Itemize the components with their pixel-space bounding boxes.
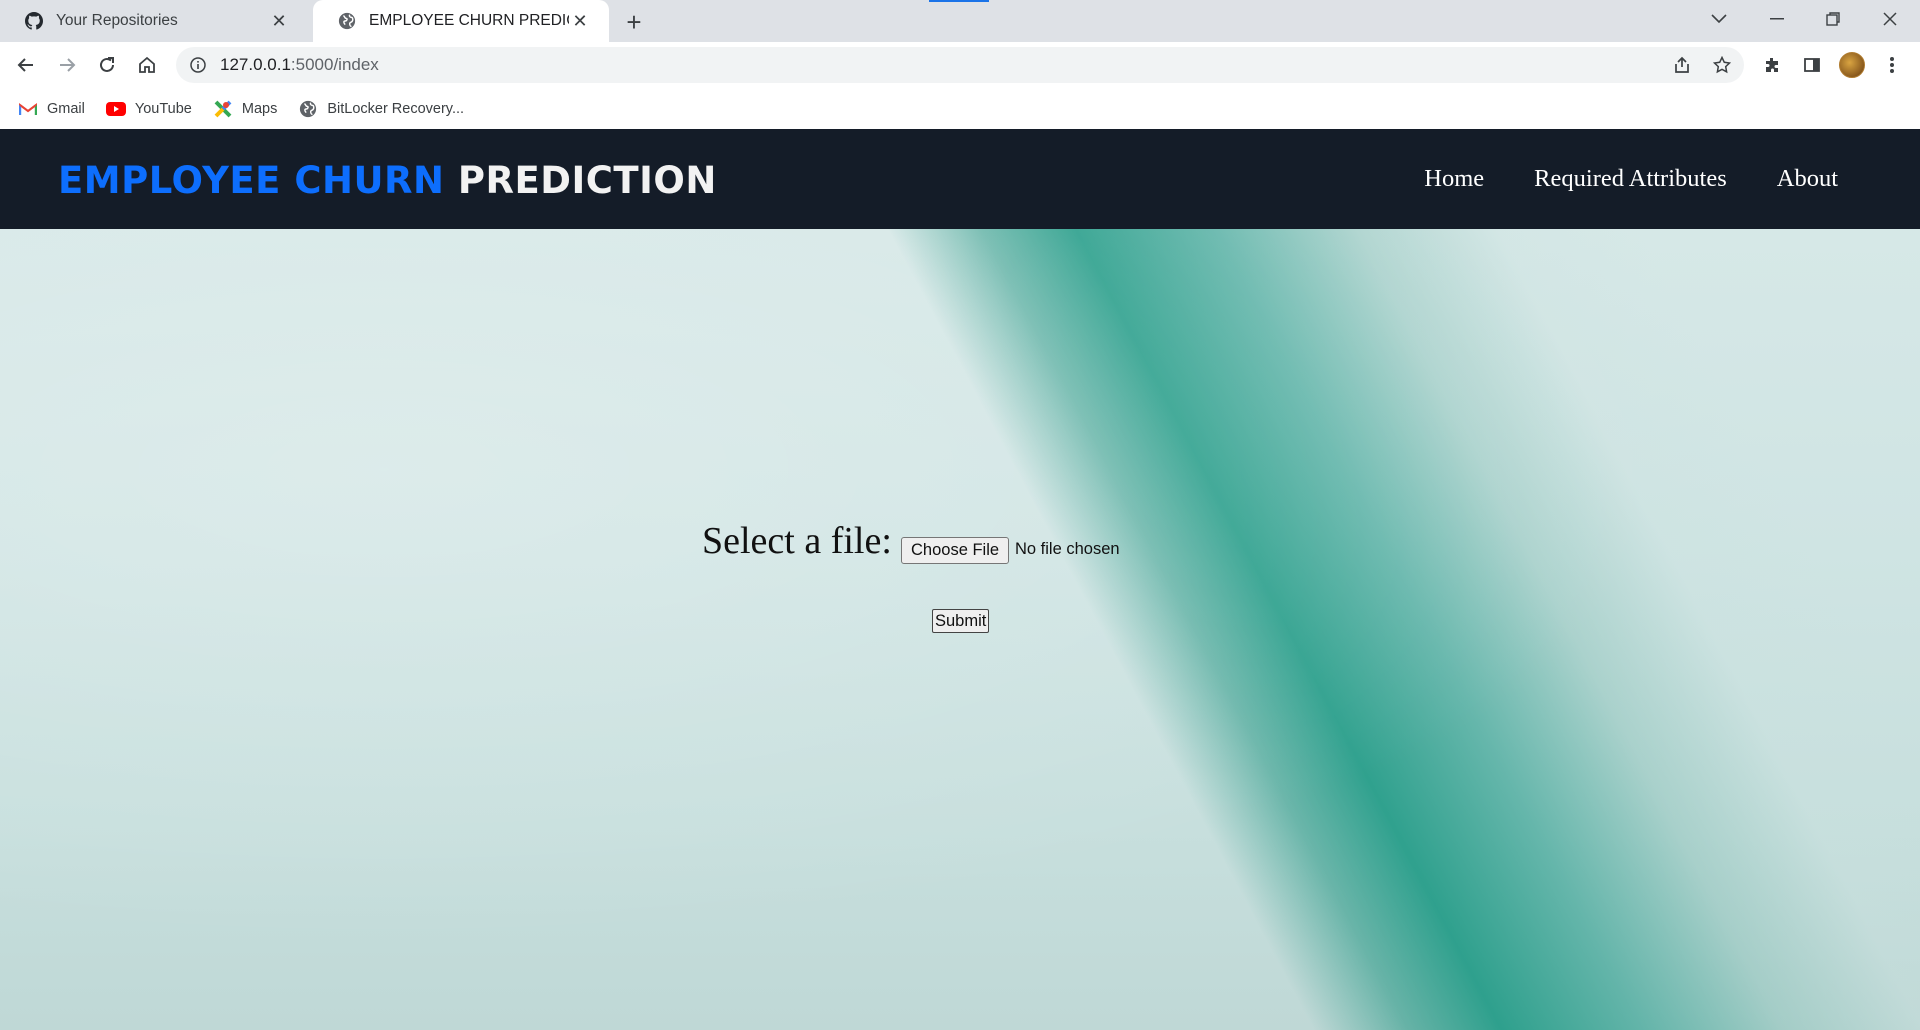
nav-link-home[interactable]: Home <box>1424 165 1484 193</box>
bookmark-youtube[interactable]: YouTube <box>105 99 192 119</box>
youtube-icon <box>105 99 126 119</box>
site-navbar: EMPLOYEE CHURN PREDICTION Home Required … <box>0 129 1920 229</box>
url-path: :5000/index <box>290 55 379 74</box>
url-text: 127.0.0.1:5000/index <box>220 55 379 75</box>
forward-icon[interactable] <box>51 49 83 81</box>
profile-avatar[interactable] <box>1839 52 1865 78</box>
bookmark-label: Maps <box>241 100 278 117</box>
file-status-text: No file chosen <box>1015 540 1120 558</box>
tab-your-repositories[interactable]: Your Repositories ✕ <box>0 0 308 42</box>
home-icon[interactable] <box>131 49 163 81</box>
bookmark-label: BitLocker Recovery... <box>327 100 465 117</box>
tab-strip: Your Repositories ✕ EMPLOYEE CHURN PREDI… <box>0 0 1920 42</box>
upload-form: Select a file: Choose File No file chose… <box>0 229 1920 1030</box>
close-tab-icon[interactable]: ✕ <box>268 10 290 32</box>
bookmark-bitlocker[interactable]: BitLocker Recovery... <box>298 99 464 119</box>
globe-icon <box>298 99 318 119</box>
submit-button[interactable]: Submit <box>932 609 990 633</box>
close-window-icon[interactable] <box>1862 0 1918 38</box>
globe-icon <box>337 11 357 31</box>
tab-search-chevron-icon[interactable] <box>1691 0 1747 38</box>
bookmark-label: Gmail <box>47 100 85 117</box>
tab-employee-churn-prediction[interactable]: EMPLOYEE CHURN PREDICTION ✕ <box>313 0 609 42</box>
web-page: EMPLOYEE CHURN PREDICTION Home Required … <box>0 129 1920 1030</box>
restore-icon[interactable] <box>1805 0 1861 38</box>
gmail-icon <box>18 99 38 119</box>
url-host: 127.0.0.1 <box>220 55 291 74</box>
brand-part2: PREDICTION <box>457 159 717 202</box>
menu-kebab-icon[interactable] <box>1876 49 1908 81</box>
site-brand[interactable]: EMPLOYEE CHURN PREDICTION <box>58 159 717 202</box>
share-icon[interactable] <box>1666 49 1698 81</box>
close-tab-icon[interactable]: ✕ <box>569 10 591 32</box>
browser-toolbar: 127.0.0.1:5000/index <box>0 42 1920 88</box>
bookmark-label: YouTube <box>134 100 192 117</box>
tab-strip-indicator <box>929 0 989 2</box>
address-bar[interactable]: 127.0.0.1:5000/index <box>176 47 1744 83</box>
bookmark-maps[interactable]: Maps <box>213 99 277 119</box>
side-panel-icon[interactable] <box>1796 49 1828 81</box>
file-select-label: Select a file: <box>702 520 892 562</box>
bookmarks-bar: Gmail YouTube Maps BitLocker Recovery... <box>0 88 1920 129</box>
extensions-icon[interactable] <box>1756 49 1788 81</box>
choose-file-button[interactable]: Choose File <box>901 537 1010 564</box>
brand-part1: EMPLOYEE CHURN <box>58 159 445 202</box>
nav-link-required-attributes[interactable]: Required Attributes <box>1534 165 1727 193</box>
tab-title: Your Repositories <box>56 12 178 29</box>
back-icon[interactable] <box>10 49 42 81</box>
hero-background: Select a file: Choose File No file chose… <box>0 229 1920 1030</box>
new-tab-button[interactable]: + <box>620 7 648 37</box>
bookmark-star-icon[interactable] <box>1706 49 1738 81</box>
maps-icon <box>213 99 233 119</box>
reload-icon[interactable] <box>91 49 123 81</box>
bookmark-gmail[interactable]: Gmail <box>18 99 85 119</box>
github-icon <box>24 11 44 31</box>
minimize-icon[interactable] <box>1749 0 1805 38</box>
nav-links: Home Required Attributes About <box>1374 165 1838 193</box>
nav-link-about[interactable]: About <box>1777 165 1838 193</box>
tab-title: EMPLOYEE CHURN PREDICTION <box>369 12 569 29</box>
site-info-icon[interactable] <box>188 55 208 75</box>
